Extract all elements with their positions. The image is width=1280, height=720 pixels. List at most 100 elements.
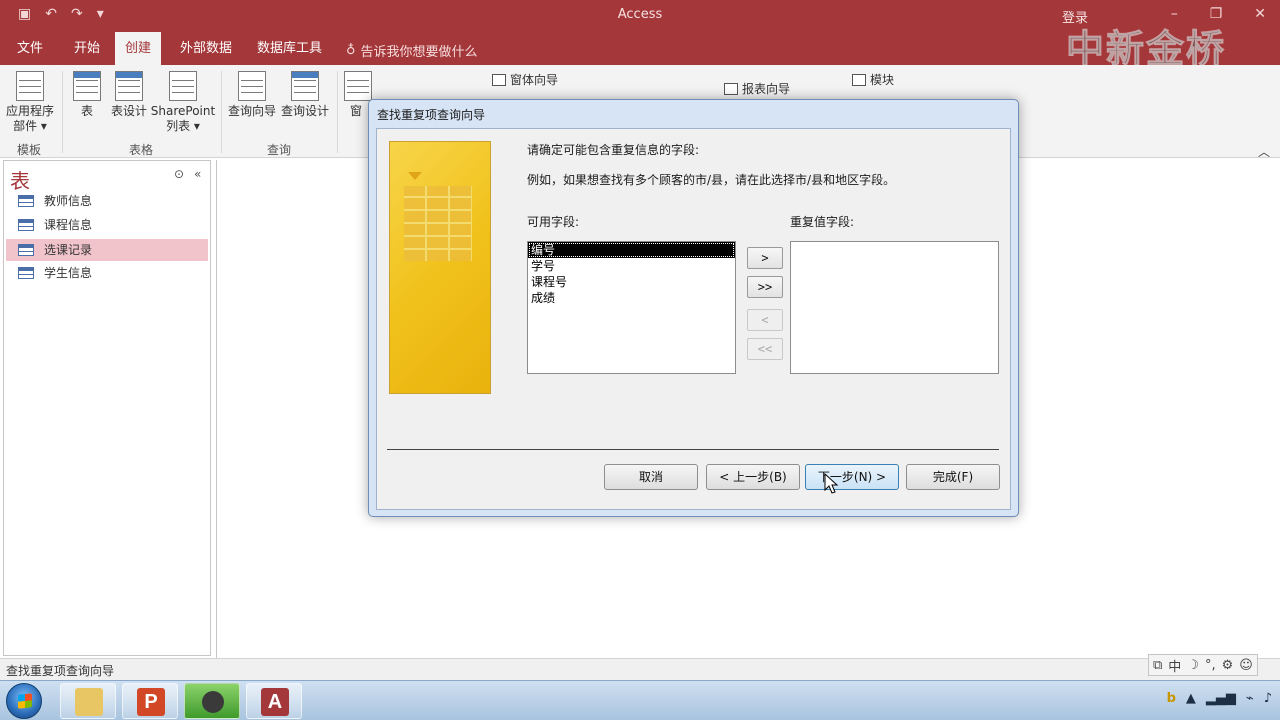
taskbar-powerpoint[interactable]: P (122, 683, 178, 719)
ime-logo-icon[interactable]: ⧉ (1153, 658, 1162, 673)
nav-menu-chevron-icon[interactable]: ⊙ (174, 167, 184, 181)
table-button[interactable]: 表 (70, 71, 104, 119)
app-parts-button[interactable]: 应用程序 部件 ▾ (4, 71, 56, 134)
form-icon (344, 71, 372, 101)
close-icon[interactable]: ✕ (1254, 6, 1266, 22)
collapse-ribbon-icon[interactable]: ︿ (1258, 143, 1270, 160)
instruction-text: 请确定可能包含重复信息的字段: (527, 143, 700, 157)
example-text: 例如，如果想查找有多个顾客的市/县，请在此选择市/县和地区字段。 (527, 173, 896, 187)
taskbar-recorder[interactable] (184, 683, 240, 719)
system-tray: b ▲ ▂▄▆ ⌁ ♪ (1167, 691, 1272, 706)
module-label: 模块 (870, 73, 895, 87)
add-field-button[interactable]: > (747, 247, 783, 269)
query-wizard-button[interactable]: 查询向导 (226, 71, 278, 119)
group-label-queries: 查询 (267, 143, 292, 157)
duplicate-fields-list[interactable] (790, 241, 999, 374)
network-icon[interactable]: ▂▄▆ (1206, 691, 1236, 706)
list-item[interactable]: 成绩 (528, 290, 735, 306)
ime-chinese-icon[interactable]: 中 (1168, 656, 1181, 675)
dialog-body: 请确定可能包含重复信息的字段: 例如，如果想查找有多个顾客的市/县，请在此选择市… (376, 128, 1011, 510)
sharepoint-lists-button[interactable]: SharePoint 列表 ▾ (150, 71, 216, 134)
tab-external-data[interactable]: 外部数据 (170, 32, 242, 65)
app-parts-label: 应用程序 (5, 104, 54, 118)
table-design-icon (115, 71, 143, 101)
sharepoint-label: SharePoint (150, 104, 216, 118)
query-wizard-label: 查询向导 (227, 104, 276, 118)
form-button[interactable]: 窗 (344, 71, 372, 119)
table-icon (18, 244, 34, 256)
report-wizard-button[interactable]: 报表向导 (724, 80, 790, 97)
available-fields-label: 可用字段: (527, 215, 580, 229)
ime-moon-icon[interactable]: ☽ (1187, 658, 1199, 673)
remove-field-button[interactable]: < (747, 309, 783, 331)
ime-settings-icon[interactable]: ⚙ (1222, 658, 1234, 673)
powerpoint-icon: P (137, 688, 165, 716)
app-parts-label-2: 部件 ▾ (13, 119, 47, 133)
find-duplicates-wizard-dialog: 查找重复项查询向导 请确定可能包含重复信息的字段: 例如，如果想查找有多个顾客的… (368, 99, 1019, 517)
nav-item-course-info[interactable]: 课程信息 (6, 214, 208, 236)
taskbar-explorer[interactable] (60, 683, 116, 719)
ime-emoji-icon[interactable]: ☺ (1239, 658, 1253, 673)
status-text: 查找重复项查询向导 (6, 664, 115, 678)
nav-item-enrollment-records[interactable]: 选课记录 (6, 239, 208, 261)
form-wizard-icon (492, 73, 506, 86)
list-item[interactable]: 编号 (528, 242, 735, 258)
next-button[interactable]: 下一步(N) > (805, 464, 899, 490)
nav-item-label: 选课记录 (44, 243, 93, 257)
group-separator (337, 71, 338, 153)
form-wizard-label: 窗体向导 (510, 73, 559, 87)
report-wizard-icon (724, 82, 738, 95)
table-design-button[interactable]: 表设计 (108, 71, 150, 119)
tab-home[interactable]: 开始 (64, 32, 110, 65)
recorder-icon (202, 691, 224, 713)
table-icon (18, 267, 34, 279)
start-button-icon[interactable] (6, 683, 42, 719)
nav-item-student-info[interactable]: 学生信息 (6, 262, 208, 284)
list-item[interactable]: 学号 (528, 258, 735, 274)
query-design-label: 查询设计 (280, 104, 329, 118)
back-button[interactable]: < 上一步(B) (706, 464, 800, 490)
table-icon (73, 71, 101, 101)
table-design-label: 表设计 (110, 104, 147, 118)
app-parts-icon (16, 71, 44, 101)
table-icon (18, 195, 34, 207)
lightbulb-icon: ♁ (346, 43, 356, 58)
finish-button[interactable]: 完成(F) (906, 464, 1000, 490)
tab-create[interactable]: 创建 (115, 32, 162, 65)
power-icon[interactable]: ⌁ (1246, 691, 1254, 706)
taskbar-access[interactable]: A (246, 683, 302, 719)
dialog-title: 查找重复项查询向导 (377, 108, 486, 122)
group-label-tables: 表格 (129, 143, 154, 157)
remove-all-fields-button[interactable]: << (747, 338, 783, 360)
table-grid-graphic (404, 186, 472, 261)
nav-item-teacher-info[interactable]: 教师信息 (6, 190, 208, 212)
tell-me-text: 告诉我你想要做什么 (360, 45, 478, 60)
nav-item-label: 课程信息 (44, 218, 93, 232)
tray-expand-icon[interactable]: ▲ (1186, 691, 1196, 706)
query-wizard-icon (238, 71, 266, 101)
group-separator (62, 71, 63, 153)
group-label-templates: 模板 (17, 143, 42, 157)
volume-icon[interactable]: ♪ (1264, 691, 1272, 706)
sharepoint-label-2: 列表 ▾ (166, 119, 200, 133)
list-item[interactable]: 课程号 (528, 274, 735, 290)
windows-taskbar: P A b ▲ ▂▄▆ ⌁ ♪ (0, 680, 1280, 720)
cancel-button[interactable]: 取消 (604, 464, 698, 490)
available-fields-list[interactable]: 编号 学号 课程号 成绩 (527, 241, 736, 374)
tab-file[interactable]: 文件 (7, 32, 53, 65)
bing-icon[interactable]: b (1167, 691, 1176, 706)
module-button[interactable]: 模块 (852, 71, 894, 88)
tab-database-tools[interactable]: 数据库工具 (247, 32, 332, 65)
add-all-fields-button[interactable]: >> (747, 276, 783, 298)
duplicate-fields-label: 重复值字段: (790, 215, 855, 229)
form-wizard-button[interactable]: 窗体向导 (492, 71, 558, 88)
form-label: 窗 (349, 104, 362, 118)
ime-punctuation-icon[interactable]: °, (1205, 658, 1216, 673)
report-wizard-label: 报表向导 (742, 82, 791, 96)
collapse-nav-icon[interactable]: « (194, 167, 201, 181)
query-design-button[interactable]: 查询设计 (280, 71, 330, 119)
mouse-pointer-icon (824, 472, 839, 494)
navigation-pane: 表 ⊙ « 教师信息 课程信息 选课记录 学生信息 (3, 160, 211, 656)
tell-me-box[interactable]: ♁ 告诉我你想要做什么 (346, 41, 478, 60)
sharepoint-icon (169, 71, 197, 101)
